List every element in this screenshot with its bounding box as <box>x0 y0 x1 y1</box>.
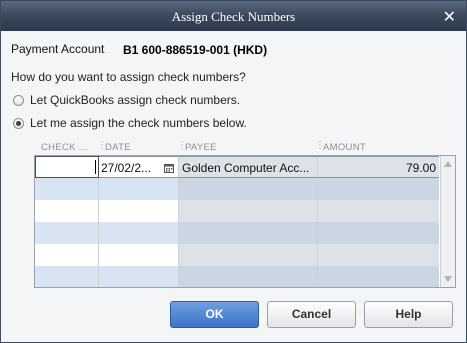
check-number-cell[interactable] <box>35 178 99 200</box>
table-row[interactable] <box>35 244 439 266</box>
option-manual-assign[interactable]: Let me assign the check numbers below. <box>13 115 247 131</box>
scroll-down-icon[interactable] <box>444 276 452 282</box>
payee-cell <box>179 266 318 287</box>
amount-cell <box>318 244 439 266</box>
text-cursor <box>95 160 96 174</box>
date-value: 27/02/2... <box>101 161 152 175</box>
amount-cell <box>318 222 439 244</box>
table-row[interactable] <box>35 266 439 287</box>
column-header-payee[interactable]: PAYEE <box>185 142 217 153</box>
check-number-cell[interactable] <box>35 222 99 244</box>
amount-cell <box>318 266 439 287</box>
help-button[interactable]: Help <box>364 301 453 328</box>
option-quickbooks-assign-label: Let QuickBooks assign check numbers. <box>30 93 241 107</box>
payee-cell <box>179 222 318 244</box>
close-icon[interactable]: ✕ <box>443 7 456 27</box>
option-quickbooks-assign[interactable]: Let QuickBooks assign check numbers. <box>13 92 240 108</box>
column-header-date[interactable]: DATE <box>105 142 131 153</box>
column-header-amount[interactable]: AMOUNT <box>323 142 366 153</box>
date-cell: 27/02/2... <box>99 156 179 178</box>
date-cell <box>99 200 179 222</box>
payee-cell: Golden Computer Acc... <box>179 156 318 178</box>
option-manual-assign-label: Let me assign the check numbers below. <box>30 116 247 130</box>
check-number-input[interactable] <box>35 156 99 178</box>
table-row[interactable] <box>35 178 439 200</box>
payment-account-label: Payment Account <box>11 42 105 56</box>
scroll-up-icon[interactable] <box>444 161 452 167</box>
ok-button[interactable]: OK <box>170 301 259 328</box>
amount-cell: 79.00 <box>318 156 439 178</box>
assign-question: How do you want to assign check numbers? <box>11 70 246 84</box>
check-number-cell[interactable] <box>35 200 99 222</box>
table-scrollbar[interactable] <box>440 156 455 287</box>
check-number-cell[interactable] <box>35 244 99 266</box>
date-cell <box>99 178 179 200</box>
payment-account-value: B1 600-886519-001 (HKD) <box>123 43 268 57</box>
table-row[interactable] <box>35 200 439 222</box>
table-row[interactable]: 27/02/2... Golden Computer Acc... 79.00 <box>35 156 439 178</box>
title-bar: Assign Check Numbers ✕ <box>1 1 466 31</box>
checks-table: 27/02/2... Golden Computer Acc... 79.00 <box>34 155 456 288</box>
payee-cell <box>179 244 318 266</box>
payee-cell <box>179 200 318 222</box>
amount-cell <box>318 178 439 200</box>
date-cell <box>99 266 179 287</box>
table-row[interactable] <box>35 222 439 244</box>
calendar-icon[interactable] <box>164 163 174 173</box>
radio-manual-assign[interactable] <box>13 117 24 129</box>
cancel-button[interactable]: Cancel <box>267 301 356 328</box>
radio-quickbooks-assign[interactable] <box>13 94 24 106</box>
amount-cell <box>318 200 439 222</box>
table-header: CHECK ... ⋮ DATE ⋮ PAYEE ⋮ AMOUNT <box>35 139 455 155</box>
column-header-check[interactable]: CHECK ... <box>41 142 88 153</box>
date-cell <box>99 222 179 244</box>
assign-check-numbers-dialog: Assign Check Numbers ✕ Payment Account B… <box>0 0 467 343</box>
window-title: Assign Check Numbers <box>171 9 296 24</box>
check-number-cell[interactable] <box>35 266 99 287</box>
payee-cell <box>179 178 318 200</box>
date-cell <box>99 244 179 266</box>
